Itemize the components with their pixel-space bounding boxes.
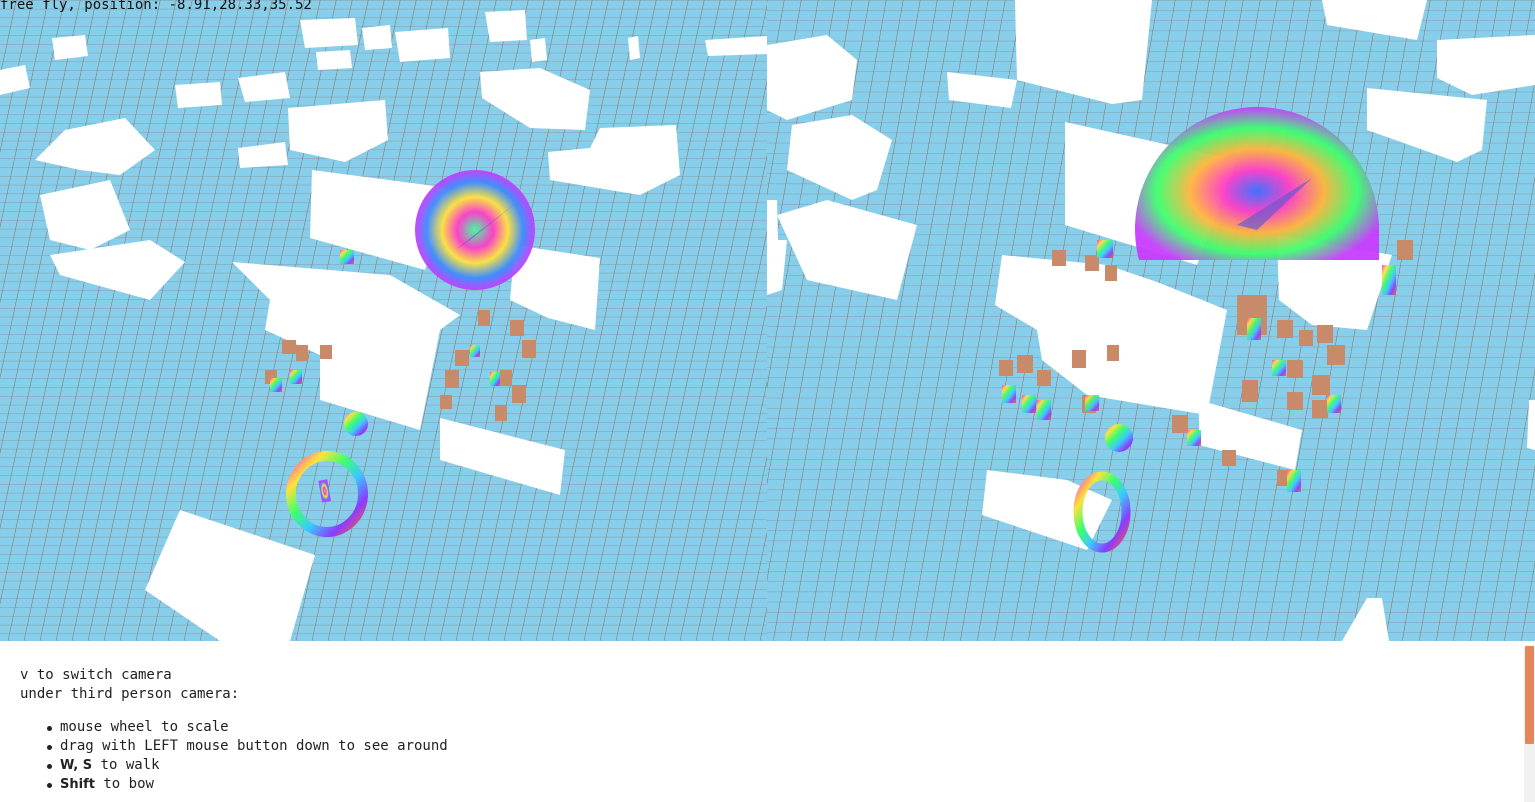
- free-fly-viewport[interactable]: free fly, position: -8.91,28.33,35.52: [0, 0, 767, 641]
- switch-camera-hint: v to switch camera: [20, 667, 172, 683]
- control-text: to walk: [92, 757, 160, 773]
- render-canvas-area[interactable]: free fly, position: -8.91,28.33,35.52: [0, 0, 1535, 641]
- rainbow-ball: [1105, 424, 1133, 452]
- page-scrollbar-thumb[interactable]: [1525, 646, 1534, 744]
- scene-right-svg: [767, 0, 1535, 641]
- list-item: W, S to walk: [47, 756, 448, 775]
- rainbow-ball: [344, 412, 368, 436]
- rainbow-sphere: [415, 170, 535, 290]
- control-key: Shift: [60, 777, 95, 792]
- third-person-viewport[interactable]: [767, 0, 1535, 641]
- position-readout: free fly, position: -8.91,28.33,35.52: [0, 0, 312, 13]
- control-text: drag with LEFT mouse button down to see …: [60, 738, 448, 754]
- third-person-heading: under third person camera:: [20, 686, 240, 702]
- list-item: Shift to bow: [47, 775, 448, 794]
- list-item: drag with LEFT mouse button down to see …: [47, 737, 448, 756]
- control-text: to bow: [94, 776, 154, 792]
- control-text: mouse wheel to scale: [60, 719, 229, 735]
- controls-list: mouse wheel to scale drag with LEFT mous…: [20, 718, 448, 794]
- controls-instructions: v to switch camera under third person ca…: [20, 666, 448, 794]
- control-key: W, S: [60, 758, 93, 773]
- list-item: mouse wheel to scale: [47, 718, 448, 737]
- scene-left-svg: [0, 0, 767, 641]
